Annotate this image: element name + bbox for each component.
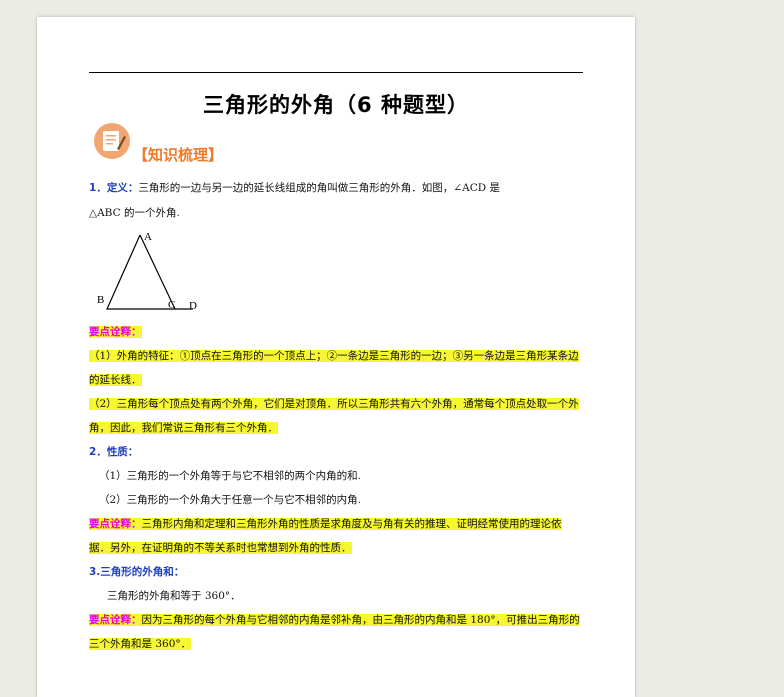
sum-heading: 3.三角形的外角和： bbox=[89, 566, 185, 578]
sum-text: 三角形的外角和等于 360°． bbox=[107, 590, 241, 602]
note1-line-4: 角，因此，我们常说三角形有三个外角． bbox=[89, 422, 278, 434]
note1-line-1-wrap: （1）外角的特征：①顶点在三角形的一个顶点上；②一条边是三角形的一边；③另一条边… bbox=[89, 348, 583, 363]
note1-line-3: （2）三角形每个顶点处有两个外角，它们是对顶角．所以三角形共有六个外角，通常每个… bbox=[89, 398, 579, 410]
property-item-2: （2）三角形的一个外角大于任意一个与它不相邻的内角. bbox=[99, 494, 362, 506]
sum-heading-wrap: 3.三角形的外角和： bbox=[89, 564, 583, 579]
property-heading: 2．性质： bbox=[89, 444, 583, 459]
note3-line-1: 因为三角形的每个外角与它相邻的内角是邻补角，由三角形的内角和是 180°，可推出… bbox=[141, 614, 580, 626]
note2-line-1: 三角形内角和定理和三角形外角的性质是求角度及与角有关的推理、证明经常使用的理论依 bbox=[141, 518, 562, 530]
note1-line-2: 的延长线． bbox=[89, 374, 142, 386]
note2-label: 要点诠释： bbox=[89, 518, 142, 530]
property-item-1: （1）三角形的一个外角等于与它不相邻的两个内角的和. bbox=[99, 470, 362, 482]
document-title: 三角形的外角（6 种题型） bbox=[203, 93, 469, 117]
note1-label-line: 要点诠释： bbox=[89, 324, 583, 339]
document-page: 三角形的外角（6 种题型） 【知识梳理】 1．定义：三角形的一边与另一边的延长线… bbox=[37, 17, 635, 697]
property-label: 性质： bbox=[106, 446, 139, 458]
vertex-label-d: D bbox=[189, 300, 197, 312]
property-number: 2． bbox=[89, 446, 107, 458]
definition-text-2: △ABC 的一个外角. bbox=[89, 207, 180, 219]
note1-label: 要点诠释： bbox=[89, 326, 142, 338]
note3-line-2-wrap: 三个外角和是 360°． bbox=[89, 636, 583, 651]
knowledge-icon bbox=[94, 123, 130, 159]
note2-line-2-wrap: 据．另外，在证明角的不等关系时也常想到外角的性质． bbox=[89, 540, 583, 555]
note3-line-2: 三个外角和是 360°． bbox=[89, 638, 192, 650]
note1-line-1: （1）外角的特征：①顶点在三角形的一个顶点上；②一条边是三角形的一边；③另一条边… bbox=[89, 350, 579, 362]
note3-label: 要点诠释： bbox=[89, 614, 142, 626]
vertex-label-b: B bbox=[97, 294, 104, 306]
definition-text-1: 三角形的一边与另一边的延长线组成的角叫做三角形的外角．如图，∠ACD 是 bbox=[138, 182, 500, 194]
note2-line-1-wrap: 要点诠释：三角形内角和定理和三角形外角的性质是求角度及与角有关的推理、证明经常使… bbox=[89, 516, 583, 531]
vertex-label-a: A bbox=[144, 231, 152, 243]
note3-line-1-wrap: 要点诠释：因为三角形的每个外角与它相邻的内角是邻补角，由三角形的内角和是 180… bbox=[89, 612, 583, 627]
definition-label: 定义 bbox=[106, 182, 128, 194]
section-heading: 【知识梳理】 bbox=[133, 146, 224, 164]
definition-number: 1． bbox=[89, 182, 107, 194]
note1-line-3-wrap: （2）三角形每个顶点处有两个外角，它们是对顶角．所以三角形共有六个外角，通常每个… bbox=[89, 396, 583, 411]
note1-line-4-wrap: 角，因此，我们常说三角形有三个外角． bbox=[89, 420, 583, 435]
vertex-label-c: C bbox=[168, 299, 175, 311]
note1-line-2-wrap: 的延长线． bbox=[89, 372, 583, 387]
triangle-figure: A B C D bbox=[97, 231, 197, 312]
definition-colon: ： bbox=[127, 182, 139, 194]
definition-line-1: 1．定义：三角形的一边与另一边的延长线组成的角叫做三角形的外角．如图，∠ACD … bbox=[89, 180, 583, 195]
header-rule bbox=[89, 72, 583, 73]
note2-line-2: 据．另外，在证明角的不等关系时也常想到外角的性质． bbox=[89, 542, 352, 554]
